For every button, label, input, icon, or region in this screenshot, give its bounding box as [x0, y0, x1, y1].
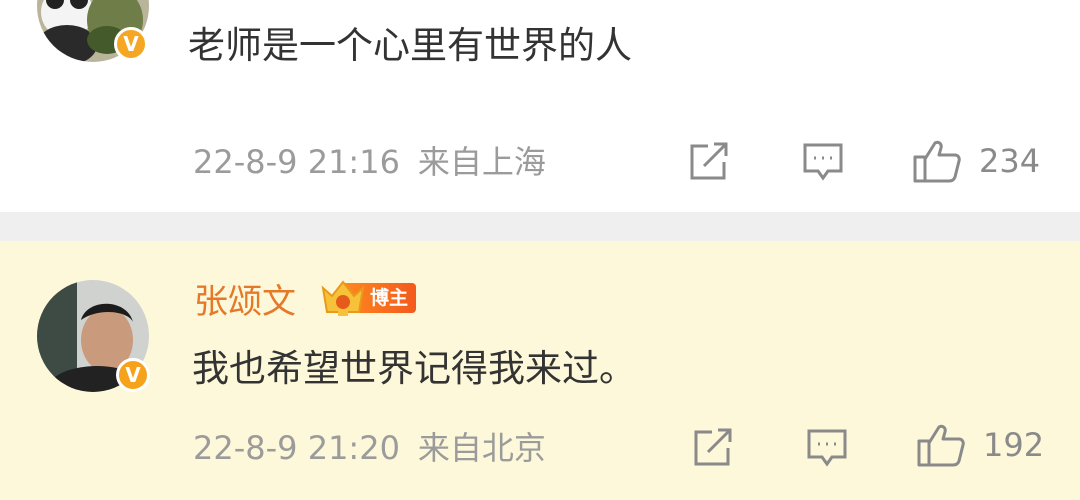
share-button[interactable] — [688, 142, 730, 182]
like-button[interactable]: 192 — [917, 423, 1044, 467]
like-count: 234 — [979, 142, 1041, 180]
verified-badge-icon: V — [114, 27, 148, 61]
like-count: 192 — [983, 426, 1045, 464]
share-button[interactable] — [692, 428, 734, 468]
share-icon — [694, 428, 732, 466]
comment-time: 22-8-9 21:16 — [193, 143, 400, 181]
comment-icon — [807, 429, 847, 467]
comment-button[interactable] — [802, 142, 844, 182]
verified-badge-icon: V — [116, 358, 150, 392]
comment-text: 我也希望世界记得我来过。 — [192, 347, 636, 390]
comment-meta: 22-8-9 21:20 来自北京 — [193, 432, 546, 464]
like-button[interactable]: 234 — [913, 139, 1040, 183]
comment-icon — [803, 143, 843, 181]
comment-time: 22-8-9 21:20 — [193, 429, 400, 467]
comment-item: V 老师是一个心里有世界的人 22-8-9 21:16 来自上海 234 — [0, 0, 1080, 212]
like-icon — [913, 140, 961, 183]
comment-item: V 张颂文 博主 我也希望世界记得我来过。 22-8-9 21:20 来自北京 — [0, 241, 1080, 500]
comment-text: 老师是一个心里有世界的人 — [188, 24, 632, 67]
comment-location: 来自北京 — [417, 429, 546, 467]
divider — [0, 212, 1080, 241]
comment-location: 来自上海 — [417, 143, 546, 181]
share-icon — [690, 142, 728, 180]
username[interactable]: 张颂文 — [194, 285, 296, 319]
comment-button[interactable] — [806, 428, 848, 468]
like-icon — [917, 424, 965, 467]
crown-icon — [321, 280, 365, 316]
blogger-badge: 博主 — [320, 280, 417, 316]
comment-meta: 22-8-9 21:16 来自上海 — [193, 146, 546, 178]
